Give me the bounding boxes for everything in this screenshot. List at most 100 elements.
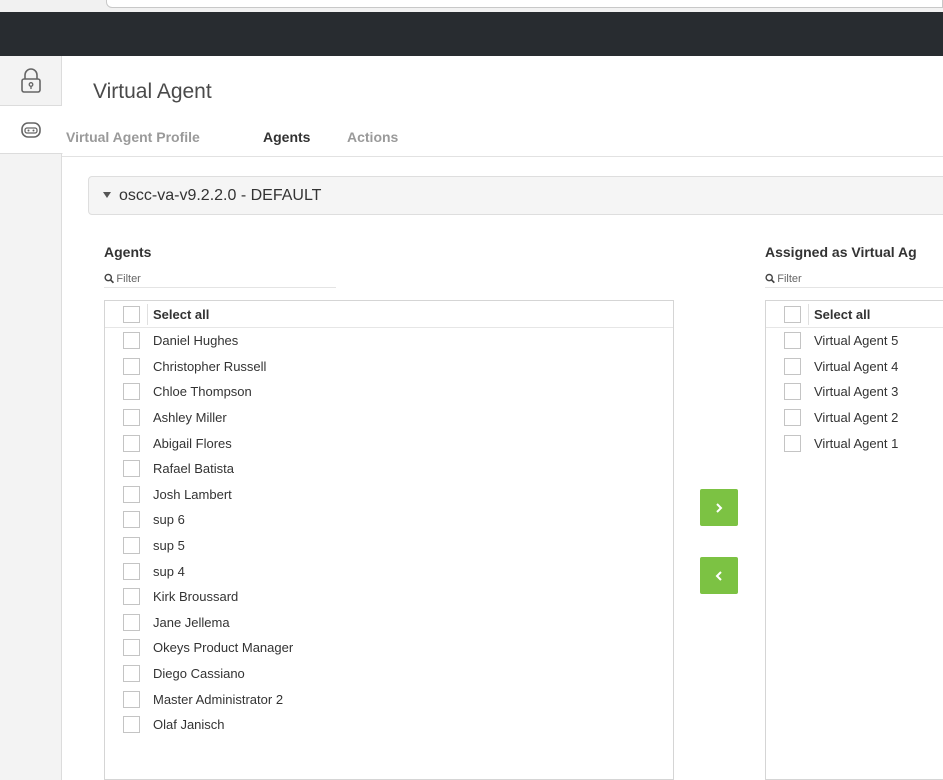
item-checkbox[interactable] <box>123 511 140 529</box>
sidebar-item-virtual-agent[interactable] <box>0 106 63 154</box>
item-label: Chloe Thompson <box>153 384 252 400</box>
sidebar <box>0 56 63 780</box>
search-icon <box>104 273 115 284</box>
item-label: sup 6 <box>153 512 185 528</box>
lock-icon <box>21 67 41 93</box>
item-checkbox[interactable] <box>123 537 140 555</box>
item-label: sup 4 <box>153 563 185 579</box>
assigned-filter-input[interactable] <box>777 272 943 285</box>
item-label: Christopher Russell <box>153 358 267 374</box>
item-label: Kirk Broussard <box>153 589 239 605</box>
list-item[interactable]: Jane Jellema <box>105 610 673 636</box>
tab-bar: Virtual Agent Profile Agents Actions <box>62 126 943 157</box>
list-item[interactable]: Virtual Agent 2 <box>766 405 943 431</box>
list-item[interactable]: Okeys Product Manager <box>105 635 673 661</box>
item-checkbox[interactable] <box>123 639 140 657</box>
list-item[interactable]: sup 4 <box>105 558 673 584</box>
move-right-button[interactable] <box>700 489 738 526</box>
item-checkbox[interactable] <box>123 409 140 427</box>
list-item[interactable]: Kirk Broussard <box>105 584 673 610</box>
agents-list[interactable]: Select all Daniel Hughes Christopher Russ… <box>104 300 674 780</box>
profile-accordion-header[interactable]: oscc-va-v9.2.2.0 - DEFAULT <box>88 176 943 215</box>
list-item[interactable]: Christopher Russell <box>105 354 673 380</box>
item-label: Abigail Flores <box>153 435 232 451</box>
item-label: sup 5 <box>153 538 185 554</box>
item-checkbox[interactable] <box>784 332 801 350</box>
item-label: Josh Lambert <box>153 486 232 502</box>
list-item[interactable]: sup 5 <box>105 533 673 559</box>
item-label: Diego Cassiano <box>153 666 245 682</box>
agents-filter-input[interactable] <box>116 272 336 285</box>
chevron-right-icon <box>716 502 723 513</box>
item-checkbox[interactable] <box>123 383 140 401</box>
list-item[interactable]: Abigail Flores <box>105 430 673 456</box>
move-left-button[interactable] <box>700 557 738 594</box>
robot-icon <box>21 121 41 138</box>
list-item[interactable]: Rafael Batista <box>105 456 673 482</box>
list-item[interactable]: Virtual Agent 5 <box>766 328 943 354</box>
item-label: Virtual Agent 3 <box>814 384 899 400</box>
header-divider <box>808 304 809 325</box>
tab-agents[interactable]: Agents <box>263 129 310 145</box>
tab-actions[interactable]: Actions <box>347 129 398 145</box>
list-item[interactable]: Daniel Hughes <box>105 328 673 354</box>
page-title: Virtual Agent <box>93 80 212 103</box>
list-item[interactable]: Diego Cassiano <box>105 661 673 687</box>
select-all-checkbox[interactable] <box>784 305 801 323</box>
header-divider <box>147 304 148 325</box>
item-label: Okeys Product Manager <box>153 640 294 656</box>
item-label: Ashley Miller <box>153 410 227 426</box>
list-item[interactable]: Josh Lambert <box>105 482 673 508</box>
list-item[interactable]: Virtual Agent 4 <box>766 354 943 380</box>
agents-filter <box>104 270 336 288</box>
tab-virtual-agent-profile[interactable]: Virtual Agent Profile <box>66 129 200 145</box>
select-all-checkbox[interactable] <box>123 305 140 323</box>
chevron-left-icon <box>715 570 722 581</box>
item-label: Virtual Agent 5 <box>814 333 899 349</box>
list-item[interactable]: Olaf Janisch <box>105 712 673 738</box>
item-checkbox[interactable] <box>123 357 140 375</box>
item-checkbox[interactable] <box>784 357 801 375</box>
agents-panel-title: Agents <box>104 244 152 260</box>
item-checkbox[interactable] <box>123 690 140 708</box>
browser-chrome <box>0 0 943 12</box>
item-checkbox[interactable] <box>784 434 801 452</box>
list-item[interactable]: Chloe Thompson <box>105 379 673 405</box>
list-item[interactable]: Master Administrator 2 <box>105 686 673 712</box>
item-label: Rafael Batista <box>153 461 234 477</box>
list-item[interactable]: Ashley Miller <box>105 405 673 431</box>
item-checkbox[interactable] <box>123 485 140 503</box>
item-label: Olaf Janisch <box>153 717 225 733</box>
list-item[interactable]: sup 6 <box>105 507 673 533</box>
top-navigation-bar <box>0 12 943 56</box>
item-checkbox[interactable] <box>123 665 140 683</box>
item-checkbox[interactable] <box>123 332 140 350</box>
item-checkbox[interactable] <box>784 383 801 401</box>
item-label: Jane Jellema <box>153 614 230 630</box>
list-item[interactable]: Virtual Agent 1 <box>766 430 943 456</box>
item-checkbox[interactable] <box>123 613 140 631</box>
item-label: Virtual Agent 1 <box>814 435 899 451</box>
address-bar[interactable] <box>106 0 943 8</box>
select-all-label: Select all <box>153 306 210 322</box>
search-icon <box>765 273 775 284</box>
assigned-list[interactable]: Select all Virtual Agent 5 Virtual Agent … <box>765 300 943 780</box>
sidebar-item-security[interactable] <box>0 56 62 106</box>
item-checkbox[interactable] <box>123 460 140 478</box>
item-checkbox[interactable] <box>123 434 140 452</box>
item-label: Virtual Agent 2 <box>814 410 899 426</box>
list-item[interactable]: Virtual Agent 3 <box>766 379 943 405</box>
item-checkbox[interactable] <box>123 716 140 734</box>
agents-select-all-row[interactable]: Select all <box>105 302 673 328</box>
item-checkbox[interactable] <box>784 409 801 427</box>
profile-name: oscc-va-v9.2.2.0 - DEFAULT <box>119 187 322 204</box>
item-checkbox[interactable] <box>123 562 140 580</box>
caret-down-icon <box>103 192 111 198</box>
select-all-label: Select all <box>814 306 871 322</box>
item-label: Virtual Agent 4 <box>814 358 899 374</box>
assigned-select-all-row[interactable]: Select all <box>766 302 943 328</box>
assigned-panel-title: Assigned as Virtual Ag <box>765 244 917 260</box>
item-label: Daniel Hughes <box>153 333 239 349</box>
item-checkbox[interactable] <box>123 588 140 606</box>
assigned-filter <box>765 270 943 288</box>
